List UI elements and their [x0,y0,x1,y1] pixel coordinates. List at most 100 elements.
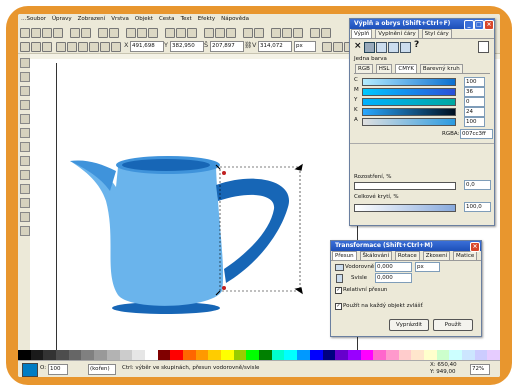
menu-item-3[interactable]: Vrstva [111,16,129,22]
fill-rule-icon[interactable] [478,41,489,53]
minimize-icon[interactable]: _ [464,20,474,30]
palette-swatch[interactable] [132,350,145,360]
palette-swatch[interactable] [360,350,374,360]
palette-swatch[interactable] [436,350,450,360]
flat-color-icon[interactable] [364,42,375,53]
horizontal-unit-select[interactable]: px [415,262,440,272]
menu-item-7[interactable]: Efekty [198,16,215,22]
palette-swatch[interactable] [462,350,475,360]
relative-move-checkbox[interactable]: ✓ [335,287,342,294]
cut-icon[interactable] [137,28,147,38]
channel-slider[interactable] [362,78,456,86]
channel-slider[interactable] [362,118,456,126]
palette-swatch[interactable] [335,350,348,360]
menu-item-4[interactable]: Objekt [135,16,153,22]
palette-swatch[interactable] [81,350,95,360]
fill-stroke-titlebar[interactable]: Výplň a obrys (Shift+Ctrl+F) _ □ × [350,19,494,30]
channel-value-field[interactable]: 24 [464,107,485,117]
node-tool-icon[interactable] [20,72,30,82]
width-field[interactable]: 207,897 [210,41,244,52]
pencil-tool-icon[interactable] [20,156,30,166]
palette-swatch[interactable] [43,350,57,360]
pen-tool-icon[interactable] [20,170,30,180]
channel-value-field[interactable]: 100 [464,117,485,127]
lower-to-bottom-icon[interactable] [111,42,121,52]
export-icon[interactable] [81,28,91,38]
tab-rotate[interactable]: Rotace [394,251,420,260]
menu-item-8[interactable]: Nápověda [221,16,249,22]
palette-swatch[interactable] [411,350,424,360]
blur-field[interactable]: 0,0 [464,180,491,190]
xml-editor-icon[interactable] [293,28,303,38]
palette-swatch[interactable] [157,350,171,360]
close-icon[interactable]: × [484,20,494,30]
no-paint-icon[interactable]: × [354,41,362,51]
clear-button[interactable]: Vyprázdit [389,319,429,331]
text-tool-icon[interactable] [20,198,30,208]
layer-select[interactable]: (kořen) [88,364,116,375]
tab-scale[interactable]: Škálování [359,251,392,260]
transform-close-icon[interactable]: × [470,242,480,252]
horizontal-field[interactable]: 0,000 [375,262,412,272]
rotate-ccw-icon[interactable] [56,42,66,52]
palette-swatch[interactable] [68,350,82,360]
align-icon[interactable] [310,28,320,38]
unset-paint-icon[interactable]: ? [414,40,419,50]
star-tool-icon[interactable] [20,128,30,138]
palette-swatch[interactable] [449,350,463,360]
channel-value-field[interactable]: 100 [464,77,485,87]
text-font-icon[interactable] [282,28,292,38]
palette-swatch[interactable] [246,350,260,360]
opacity-slider[interactable] [354,204,456,212]
menu-item-1[interactable]: Úpravy [52,16,72,22]
preferences-icon[interactable] [321,28,331,38]
menu-item-5[interactable]: Cesta [159,16,175,22]
unit-select[interactable]: px [294,41,316,52]
tab-cmyk[interactable]: CMYK [395,64,417,73]
blur-slider[interactable] [354,182,456,190]
palette-swatch[interactable] [398,350,412,360]
transform-titlebar[interactable]: Transformace (Shift+Ctrl+M) × [331,241,481,252]
vertical-field[interactable]: 0,000 [375,273,412,283]
rotate-cw-icon[interactable] [67,42,77,52]
tab-move[interactable]: Přesun [332,251,357,260]
tab-color-wheel[interactable]: Barevný kruh [419,64,463,73]
palette-swatch[interactable] [487,350,500,360]
channel-value-field[interactable]: 0 [464,97,485,107]
tab-fill[interactable]: Výplň [351,29,373,38]
rgba-field[interactable]: 007cc3ff [460,129,493,139]
print-icon[interactable] [53,28,63,38]
x-field[interactable]: 491,698 [130,41,164,52]
palette-swatch[interactable] [170,350,183,360]
scale-stroke-icon[interactable] [322,42,332,52]
linear-gradient-icon[interactable] [376,42,387,53]
tab-stroke-style[interactable]: Styl čáry [421,29,452,38]
tab-matrix[interactable]: Matice [453,251,478,260]
tab-skew[interactable]: Zkosení [422,251,451,260]
height-field[interactable]: 314,072 [258,41,292,52]
channel-slider[interactable] [362,108,456,116]
pattern-icon[interactable] [400,42,411,53]
save-icon[interactable] [42,28,52,38]
flip-horizontal-icon[interactable] [78,42,88,52]
apply-each-checkbox[interactable]: ✓ [335,303,342,310]
palette-swatch[interactable] [259,350,272,360]
ungroup-icon[interactable] [254,28,264,38]
channel-slider[interactable] [362,88,456,96]
select-all-layers-icon[interactable] [31,42,41,52]
opacity-field-panel[interactable]: 100,0 [464,202,491,212]
palette-swatch[interactable] [474,350,488,360]
menu-item-2[interactable]: Zobrazení [78,16,106,22]
apply-button[interactable]: Použít [433,319,473,331]
open-icon[interactable] [31,28,41,38]
menu-item-6[interactable]: Text [181,16,192,22]
redo-icon[interactable] [109,28,119,38]
scale-corners-icon[interactable] [333,42,343,52]
group-icon[interactable] [243,28,253,38]
select-all-icon[interactable] [20,42,30,52]
calligraphy-tool-icon[interactable] [20,184,30,194]
ellipse-tool-icon[interactable] [20,114,30,124]
palette-swatch[interactable] [233,350,247,360]
unlink-clone-icon[interactable] [226,28,236,38]
zoom-drawing-icon[interactable] [176,28,186,38]
